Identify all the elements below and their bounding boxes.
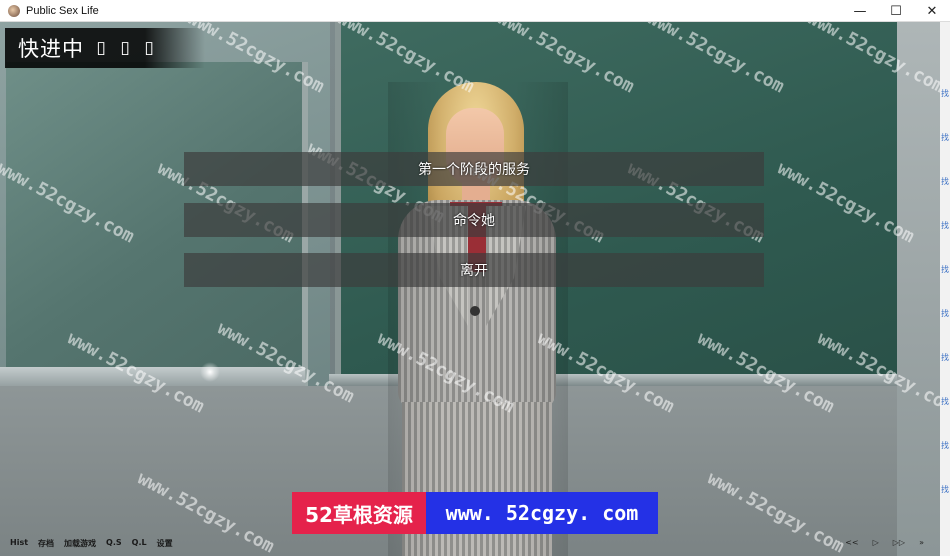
skip-indicator: 快进中 ▯ ▯ ▯ (5, 28, 205, 68)
strip-glyph: 找 (941, 133, 949, 142)
skip-arrow-icon: ▯ (120, 38, 130, 58)
strip-glyph: 找 (941, 485, 949, 494)
quick-save-button[interactable]: 存档 (38, 538, 54, 549)
auto-icon[interactable]: ▷ (873, 538, 879, 547)
quick-load-game-button[interactable]: 加载游戏 (64, 538, 96, 549)
choice-first-stage-service[interactable]: 第一个阶段的服务 (184, 152, 764, 186)
window-title: Public Sex Life (26, 4, 99, 17)
game-scene[interactable]: www.52cgzy.com www.52cgzy.com www.52cgzy… (0, 22, 940, 556)
strip-glyph: 找 (941, 353, 949, 362)
light-glint (200, 362, 220, 382)
rewind-icon[interactable]: << (845, 538, 858, 547)
minimize-button[interactable]: — (842, 0, 878, 22)
quick-qs-button[interactable]: Q.S (106, 538, 122, 549)
strip-glyph: 找 (941, 309, 949, 318)
watermark-banner: 52草根资源 www. 52cgzy. com (292, 492, 658, 534)
close-button[interactable]: ✕ (914, 0, 950, 22)
strip-glyph: 找 (941, 221, 949, 230)
skip-label: 快进中 (18, 37, 84, 61)
app-icon (8, 4, 20, 17)
maximize-button[interactable]: ☐ (878, 0, 914, 22)
choice-leave[interactable]: 离开 (184, 253, 764, 287)
right-wall (897, 22, 940, 556)
strip-glyph: 找 (941, 441, 949, 450)
choice-order-her[interactable]: 命令她 (184, 203, 764, 237)
banner-brand: 52草根资源 (292, 492, 426, 534)
skip-arrow-icon: ▯ (96, 38, 106, 58)
strip-glyph: 找 (941, 177, 949, 186)
strip-glyph: 找 (941, 265, 949, 274)
quick-settings-button[interactable]: 设置 (157, 538, 173, 549)
fast-forward-icon[interactable]: ▷▷ (893, 538, 905, 547)
skip-arrow-icon: ▯ (144, 38, 154, 58)
quick-history-button[interactable]: Hist (10, 538, 28, 549)
skip-icon[interactable]: » (919, 538, 924, 547)
quick-menu-right: << ▷ ▷▷ » (845, 538, 924, 547)
banner-url: www. 52cgzy. com (426, 492, 658, 534)
strip-glyph: 找 (941, 397, 949, 406)
strip-glyph: 找 (941, 89, 949, 98)
quick-ql-button[interactable]: Q.L (132, 538, 147, 549)
quick-menu: Hist 存档 加载游戏 Q.S Q.L 设置 (10, 538, 173, 549)
window-controls: — ☐ ✕ (842, 0, 950, 22)
background-window-strip: 找 找 找 找 找 找 找 找 找 找 (940, 22, 950, 556)
window-titlebar: Public Sex Life — ☐ ✕ (0, 0, 950, 22)
